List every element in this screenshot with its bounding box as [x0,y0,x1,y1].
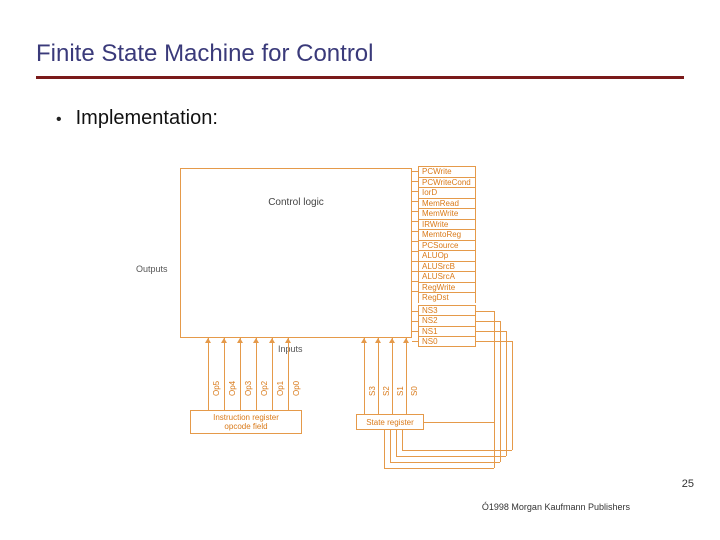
wire [406,338,407,414]
sig-regwrite: RegWrite [418,282,476,293]
wire [384,468,494,469]
op1-label: Op1 [276,381,285,396]
arrow-up-icon [285,338,291,343]
sig-ns3: NS3 [418,305,476,316]
sig-memtoreg: MemtoReg [418,229,476,240]
sig-iord: IorD [418,187,476,198]
wire [402,450,512,451]
wire [390,462,500,463]
wire [412,191,418,192]
wire [378,338,379,414]
slide-title: Finite State Machine for Control [36,40,684,68]
instr-l2: opcode field [224,422,267,431]
wire [506,331,507,456]
wire [256,338,257,410]
page-number: 25 [682,478,694,490]
bullet-row: • Implementation: [56,107,684,130]
instruction-register-box: Instruction register opcode field [190,410,302,434]
bullet-dot: • [56,111,62,129]
op3-label: Op3 [244,381,253,396]
op2-label: Op2 [260,381,269,396]
wire [476,321,500,322]
arrow-up-icon [403,338,409,343]
s1-label: S1 [396,386,405,396]
wire [412,201,418,202]
slide: Finite State Machine for Control • Imple… [0,0,720,540]
arrow-up-icon [221,338,227,343]
wire [476,341,512,342]
outputs-label: Outputs [136,264,168,274]
output-signal-list: PCWrite PCWriteCond IorD MemRead MemWrit… [418,166,476,347]
wire [240,338,241,410]
wire [412,251,418,252]
wire [476,311,494,312]
wire [208,338,209,410]
control-logic-label: Control logic [268,197,324,208]
wire [412,311,418,312]
wire [412,341,418,342]
wire [402,430,403,450]
sig-pcsource: PCSource [418,240,476,251]
wire [412,321,418,322]
instr-l1: Instruction register [213,413,279,422]
wire [224,338,225,410]
wire [412,261,418,262]
wire [494,422,495,468]
bullet-text: Implementation: [76,107,218,130]
arrow-up-icon [361,338,367,343]
sig-alusrca: ALUSrcA [418,271,476,282]
wire [424,422,494,423]
wire [412,291,418,292]
wire [396,430,397,456]
wire [412,231,418,232]
wire [412,221,418,222]
sig-ns1: NS1 [418,326,476,337]
arrow-up-icon [237,338,243,343]
sig-irwrite: IRWrite [418,219,476,230]
wire [390,430,391,462]
sig-aluop: ALUOp [418,250,476,261]
sig-pcwritecond: PCWriteCond [418,177,476,188]
sig-memwrite: MemWrite [418,208,476,219]
sig-ns0: NS0 [418,336,476,347]
arrow-up-icon [205,338,211,343]
wire [500,321,501,462]
wire [272,338,273,410]
wire [476,331,506,332]
wire [288,338,289,410]
copyright: Ó1998 Morgan Kaufmann Publishers [482,502,630,512]
arrow-up-icon [389,338,395,343]
state-register-box: State register [356,414,424,430]
wire [412,181,418,182]
wire [412,241,418,242]
wire [384,430,385,468]
arrow-up-icon [253,338,259,343]
sig-ns2: NS2 [418,315,476,326]
sig-pcwrite: PCWrite [418,166,476,177]
fsm-diagram: Control logic Outputs Inputs PCWrite PCW… [180,168,580,488]
sig-alusrcb: ALUSrcB [418,261,476,272]
inputs-label: Inputs [278,344,303,354]
sig-regdst: RegDst [418,292,476,303]
op4-label: Op4 [228,381,237,396]
s2-label: S2 [382,386,391,396]
s3-label: S3 [368,386,377,396]
control-logic-box: Control logic [180,168,412,338]
arrow-up-icon [269,338,275,343]
s0-label: S0 [410,386,419,396]
sig-memread: MemRead [418,198,476,209]
wire [392,338,393,414]
op5-label: Op5 [212,381,221,396]
op0-label: Op0 [292,381,301,396]
wire [412,281,418,282]
wire [412,331,418,332]
wire [412,211,418,212]
arrow-up-icon [375,338,381,343]
wire [396,456,506,457]
wire [364,338,365,414]
title-underline [36,76,684,79]
wire [412,171,418,172]
wire [412,271,418,272]
wire [512,341,513,450]
